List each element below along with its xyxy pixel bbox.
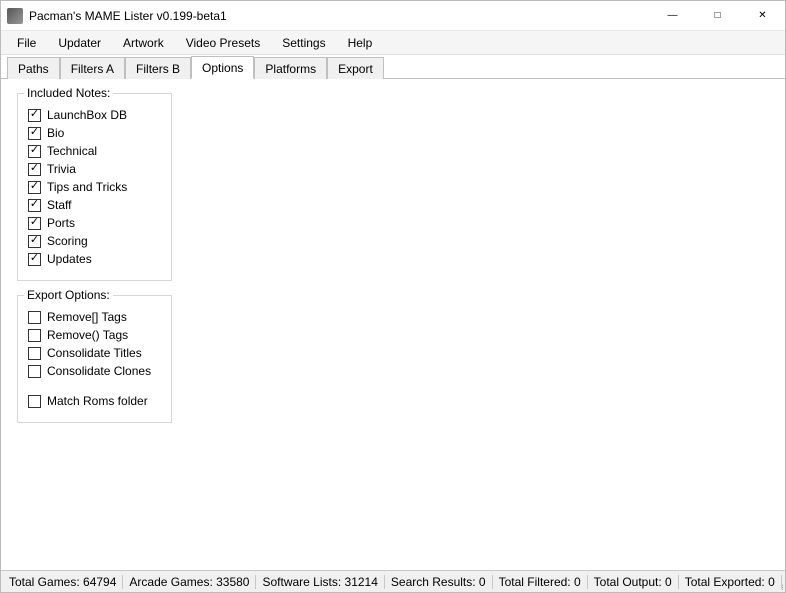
- checkbox-label: Staff: [47, 198, 71, 212]
- menu-item-updater[interactable]: Updater: [48, 33, 111, 53]
- tab-options[interactable]: Options: [191, 56, 254, 79]
- groupbox-legend: Export Options:: [24, 288, 113, 302]
- checkbox-label: Scoring: [47, 234, 88, 248]
- menu-item-artwork[interactable]: Artwork: [113, 33, 174, 53]
- checkbox-icon[interactable]: [28, 235, 41, 248]
- checkbox-row[interactable]: Consolidate Titles: [28, 346, 161, 360]
- tab-paths[interactable]: Paths: [7, 57, 60, 79]
- tab-filters-b[interactable]: Filters B: [125, 57, 191, 79]
- checkbox-row[interactable]: Tips and Tricks: [28, 180, 161, 194]
- tab-platforms[interactable]: Platforms: [254, 57, 327, 79]
- checkbox-row[interactable]: Remove() Tags: [28, 328, 161, 342]
- checkbox-row[interactable]: Remove[] Tags: [28, 310, 161, 324]
- checkbox-icon[interactable]: [28, 145, 41, 158]
- checkbox-label: Consolidate Clones: [47, 364, 151, 378]
- window-title: Pacman's MAME Lister v0.199-beta1: [29, 9, 650, 23]
- groupbox-export-options: Export Options: Remove[] TagsRemove() Ta…: [17, 295, 172, 423]
- checkbox-row[interactable]: Technical: [28, 144, 161, 158]
- checkbox-label: LaunchBox DB: [47, 108, 127, 122]
- menu-item-video-presets[interactable]: Video Presets: [176, 33, 271, 53]
- checkbox-row[interactable]: Staff: [28, 198, 161, 212]
- checkbox-icon[interactable]: [28, 253, 41, 266]
- checkbox-label: Consolidate Titles: [47, 346, 142, 360]
- status-software-lists: Software Lists: 31214: [256, 575, 384, 589]
- checkbox-icon[interactable]: [28, 127, 41, 140]
- checkbox-row[interactable]: Updates: [28, 252, 161, 266]
- checkbox-icon[interactable]: [28, 365, 41, 378]
- checkbox-label: Technical: [47, 144, 97, 158]
- tabstrip: PathsFilters AFilters BOptionsPlatformsE…: [1, 55, 785, 79]
- status-total-output: Total Output: 0: [588, 575, 679, 589]
- checkbox-label: Ports: [47, 216, 75, 230]
- checkbox-label: Match Roms folder: [47, 394, 148, 408]
- checkbox-row[interactable]: Consolidate Clones: [28, 364, 161, 378]
- checkbox-icon[interactable]: [28, 181, 41, 194]
- status-total-games: Total Games: 64794: [3, 575, 123, 589]
- tab-export[interactable]: Export: [327, 57, 384, 79]
- checkbox-label: Tips and Tricks: [47, 180, 127, 194]
- checkbox-icon[interactable]: [28, 329, 41, 342]
- checkbox-row[interactable]: Bio: [28, 126, 161, 140]
- app-icon: [7, 8, 23, 24]
- checkbox-icon[interactable]: [28, 217, 41, 230]
- checkbox-label: Bio: [47, 126, 64, 140]
- status-total-exported: Total Exported: 0: [679, 575, 782, 589]
- menu-item-file[interactable]: File: [7, 33, 46, 53]
- checkbox-icon[interactable]: [28, 395, 41, 408]
- status-search-results: Search Results: 0: [385, 575, 493, 589]
- status-total-filtered: Total Filtered: 0: [493, 575, 588, 589]
- checkbox-row[interactable]: Match Roms folder: [28, 394, 161, 408]
- checkbox-row[interactable]: Trivia: [28, 162, 161, 176]
- status-arcade-games: Arcade Games: 33580: [123, 575, 256, 589]
- minimize-button[interactable]: —: [650, 1, 695, 30]
- checkbox-row[interactable]: Ports: [28, 216, 161, 230]
- menu-item-help[interactable]: Help: [338, 33, 383, 53]
- close-button[interactable]: ✕: [740, 1, 785, 30]
- groupbox-legend: Included Notes:: [24, 86, 113, 100]
- statusbar: Total Games: 64794 Arcade Games: 33580 S…: [1, 570, 785, 592]
- checkbox-label: Updates: [47, 252, 92, 266]
- tab-filters-a[interactable]: Filters A: [60, 57, 125, 79]
- maximize-button[interactable]: □: [695, 1, 740, 30]
- checkbox-label: Remove[] Tags: [47, 310, 127, 324]
- menubar: FileUpdaterArtworkVideo PresetsSettingsH…: [1, 31, 785, 55]
- checkbox-icon[interactable]: [28, 163, 41, 176]
- tab-content-options: Included Notes: LaunchBox DB Bio Technical…: [1, 79, 785, 570]
- resize-grip-icon[interactable]: [782, 575, 783, 591]
- checkbox-icon[interactable]: [28, 347, 41, 360]
- checkbox-icon[interactable]: [28, 109, 41, 122]
- titlebar: Pacman's MAME Lister v0.199-beta1 — □ ✕: [1, 1, 785, 31]
- checkbox-row[interactable]: Scoring: [28, 234, 161, 248]
- checkbox-icon[interactable]: [28, 311, 41, 324]
- checkbox-row[interactable]: LaunchBox DB: [28, 108, 161, 122]
- checkbox-icon[interactable]: [28, 199, 41, 212]
- menu-item-settings[interactable]: Settings: [272, 33, 335, 53]
- checkbox-label: Trivia: [47, 162, 76, 176]
- checkbox-label: Remove() Tags: [47, 328, 128, 342]
- groupbox-included-notes: Included Notes: LaunchBox DBBioTechnical…: [17, 93, 172, 281]
